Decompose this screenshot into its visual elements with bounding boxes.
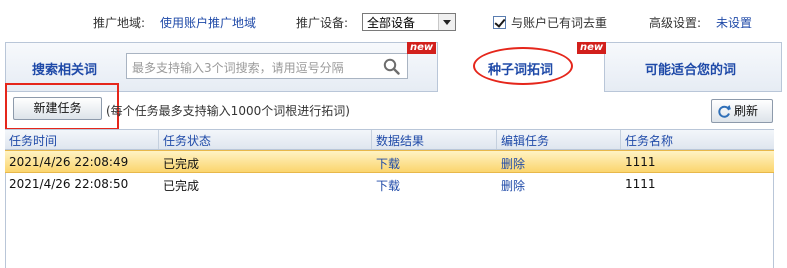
search-icon[interactable] [383, 58, 400, 75]
device-select[interactable]: 全部设备 [362, 13, 456, 31]
delete-link[interactable]: 删除 [501, 155, 525, 172]
chevron-down-icon[interactable] [438, 14, 455, 30]
task-name: 1111 [625, 177, 656, 191]
advanced-label: 高级设置: [649, 16, 702, 30]
region-label: 推广地域: [93, 16, 146, 30]
dedupe-checkbox[interactable] [493, 16, 506, 29]
highlight-rect [5, 83, 119, 130]
task-hint: (每个任务最多支持输入1000个词根进行拓词) [106, 104, 350, 118]
device-label: 推广设备: [296, 16, 349, 30]
refresh-button[interactable]: 刷新 [711, 99, 773, 123]
tab-search-related[interactable]: 搜索相关词 [32, 59, 97, 78]
column-header[interactable]: 编辑任务 [501, 132, 549, 149]
table-header: 任务时间 任务状态 数据结果 编辑任务 任务名称 [5, 129, 774, 150]
download-link[interactable]: 下载 [376, 155, 400, 172]
highlight-oval [473, 47, 573, 85]
dedupe-label: 与账户已有词去重 [511, 16, 608, 30]
column-header[interactable]: 任务时间 [9, 132, 57, 149]
column-header[interactable]: 任务名称 [625, 132, 673, 149]
column-header[interactable]: 任务状态 [163, 132, 211, 149]
task-name: 1111 [625, 155, 656, 169]
delete-link[interactable]: 删除 [501, 177, 525, 194]
new-badge: new [577, 42, 607, 54]
keyword-search-input[interactable]: 最多支持输入3个词搜索，请用逗号分隔 [126, 53, 408, 79]
task-time: 2021/4/26 22:08:49 [9, 155, 129, 169]
region-link[interactable]: 使用账户推广地域 [160, 15, 256, 31]
task-status: 已完成 [163, 157, 200, 171]
task-status: 已完成 [163, 179, 200, 193]
advanced-link[interactable]: 未设置 [716, 15, 752, 31]
task-time: 2021/4/26 22:08:50 [9, 177, 129, 191]
refresh-icon [718, 105, 731, 118]
column-header[interactable]: 数据结果 [376, 132, 424, 149]
table-row[interactable]: 2021/4/26 22:08:49 已完成 下载 删除 1111 [5, 150, 774, 173]
device-select-value: 全部设备 [367, 16, 416, 30]
tab-suggested[interactable]: 可能适合您的词 [645, 59, 736, 78]
table-row[interactable]: 2021/4/26 22:08:50 已完成 下载 删除 1111 [5, 173, 774, 196]
new-badge: new [407, 42, 437, 54]
download-link[interactable]: 下载 [376, 177, 400, 194]
search-placeholder: 最多支持输入3个词搜索，请用逗号分隔 [132, 61, 344, 75]
refresh-label: 刷新 [734, 104, 759, 118]
